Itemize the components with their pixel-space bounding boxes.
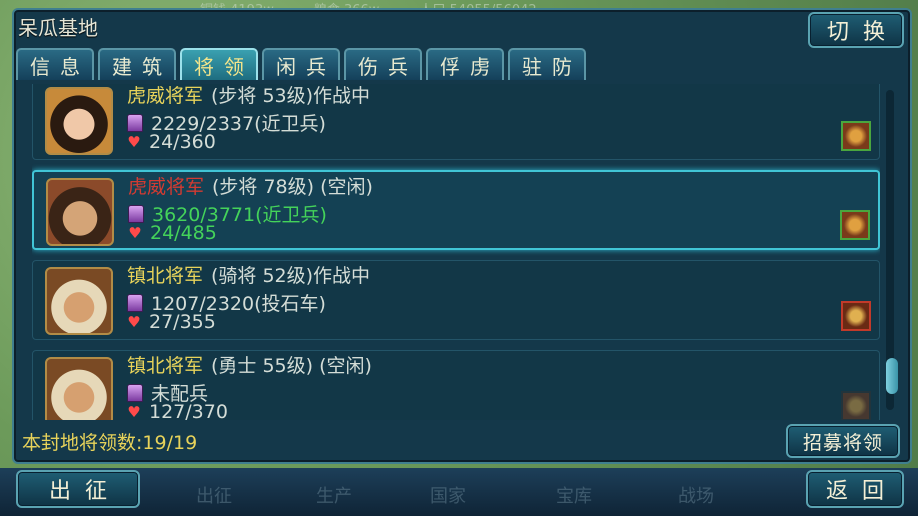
hp-value: 27/355: [149, 311, 216, 333]
general-heading: 虎威将军 (步将 53级)作战中: [127, 84, 370, 108]
hp-line: ♥ 127/370: [127, 401, 228, 420]
general-desc: (勇士 55级) (空闲): [211, 355, 372, 377]
hp-line: ♥ 24/485: [128, 222, 217, 244]
hp-value: 24/360: [149, 131, 216, 153]
nav-treasury: 宝库: [556, 486, 592, 507]
tab-buildings[interactable]: 建筑: [98, 48, 176, 80]
general-rank: 镇北将军: [127, 355, 204, 377]
general-row[interactable]: 虎威将军 (步将 78级) (空闲) 3620/3771(近卫兵) ♥ 24/48…: [32, 170, 880, 250]
tab-wounded[interactable]: 伤兵: [344, 48, 422, 80]
guard-unit-icon: [841, 121, 871, 151]
go-to-battle-button[interactable]: 出征: [16, 470, 140, 508]
switch-button[interactable]: 切换: [808, 12, 904, 48]
tab-bar: 信息 建筑 将领 闲兵 伤兵 俘虏 驻防: [16, 48, 586, 80]
female-general-portrait: [45, 87, 113, 155]
general-row[interactable]: 虎威将军 (步将 53级)作战中 2229/2337(近卫兵) ♥ 24/360: [32, 84, 880, 160]
male-general-portrait: [46, 178, 114, 246]
fief-title: 呆瓜基地: [18, 16, 98, 40]
general-row[interactable]: 镇北将军 (骑将 52级)作战中 1207/2320(投石车) ♥ 27/355: [32, 260, 880, 340]
general-heading: 虎威将军 (步将 78级) (空闲): [128, 172, 373, 199]
general-list: 虎威将军 (步将 53级)作战中 2229/2337(近卫兵) ♥ 24/360 …: [32, 84, 880, 420]
general-rank: 虎威将军: [128, 176, 205, 198]
troop-icon: [127, 293, 143, 312]
back-button[interactable]: 返回: [806, 470, 904, 508]
tab-prisoners[interactable]: 俘虏: [426, 48, 504, 80]
troop-icon: [127, 383, 143, 402]
general-heading: 镇北将军 (勇士 55级) (空闲): [127, 351, 372, 378]
general-rank: 虎威将军: [127, 85, 204, 107]
tab-idle-troops[interactable]: 闲兵: [262, 48, 340, 80]
scrollbar-thumb[interactable]: [886, 358, 898, 394]
guard-unit-icon: [840, 210, 870, 240]
general-rank: 镇北将军: [127, 265, 204, 287]
nav-expedition: 出征: [196, 486, 232, 507]
general-row[interactable]: 镇北将军 (勇士 55级) (空闲) 未配兵 ♥ 127/370: [32, 350, 880, 420]
tab-generals[interactable]: 将领: [180, 48, 258, 80]
troop-icon: [127, 113, 143, 132]
recruit-general-button[interactable]: 招募将领: [786, 424, 900, 458]
general-heading: 镇北将军 (骑将 52级)作战中: [127, 261, 370, 288]
hp-line: ♥ 27/355: [127, 311, 216, 333]
nav-battlefield: 战场: [678, 486, 714, 507]
heart-icon: ♥: [127, 133, 141, 151]
general-count: 本封地将领数:19/19: [22, 432, 198, 454]
heart-icon: ♥: [127, 403, 141, 420]
catapult-unit-icon: [841, 301, 871, 331]
empty-unit-icon: [841, 391, 871, 420]
troop-icon: [128, 204, 144, 223]
nav-production: 生产: [316, 486, 352, 507]
nav-nation: 国家: [430, 486, 466, 507]
general-desc: (步将 53级)作战中: [211, 85, 371, 107]
tab-info[interactable]: 信息: [16, 48, 94, 80]
tab-garrison[interactable]: 驻防: [508, 48, 586, 80]
general-desc: (骑将 52级)作战中: [211, 265, 371, 287]
heart-icon: ♥: [127, 313, 141, 331]
helmeted-general-portrait: [45, 357, 113, 420]
hp-value: 127/370: [149, 401, 228, 420]
heart-icon: ♥: [128, 224, 142, 242]
hp-line: ♥ 24/360: [127, 131, 216, 153]
general-desc: (步将 78级) (空闲): [212, 176, 373, 198]
helmeted-general-portrait: [45, 267, 113, 335]
hp-value: 24/485: [150, 222, 217, 244]
